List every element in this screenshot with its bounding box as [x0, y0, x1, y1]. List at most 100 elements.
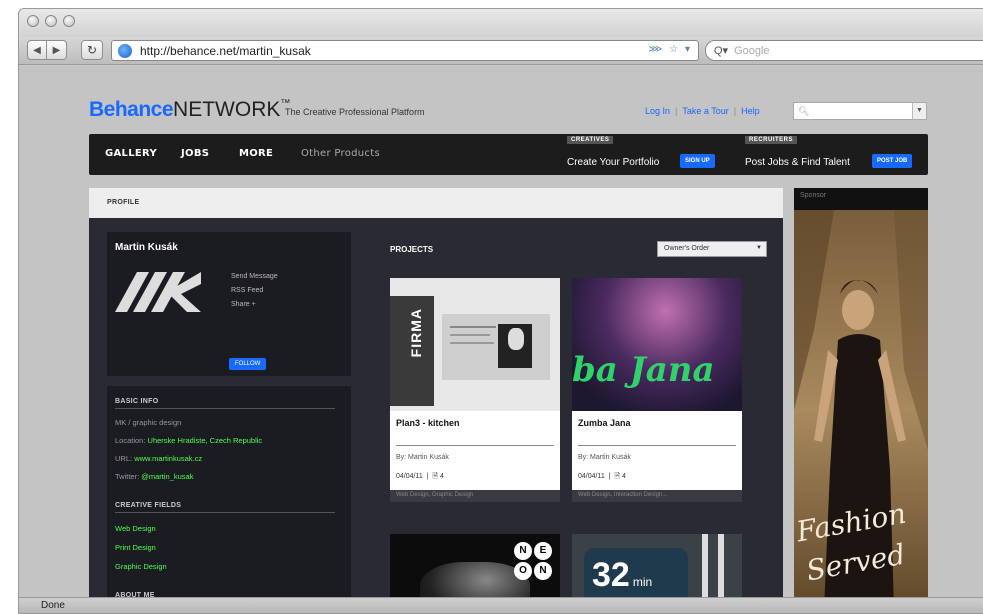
login-link[interactable]: Log In [645, 106, 670, 116]
website-link[interactable]: www.martinkusak.cz [134, 454, 202, 463]
project-thumbnail[interactable]: FIRMA [390, 278, 560, 411]
logo-network: NETWORK [173, 98, 281, 121]
address-bar[interactable]: http://behance.net/martin_kusak ⋙ ☆ ▾ [111, 40, 699, 61]
recruiters-tag: RECRUITERS [745, 136, 798, 144]
profile-url: URL: www.martinkusak.cz [115, 454, 202, 463]
chevron-down-icon[interactable]: ▼ [912, 103, 926, 119]
mk-logo [115, 272, 201, 312]
neon-letter: O [514, 562, 532, 580]
info-card: BASIC INFO MK / graphic design Location:… [107, 386, 351, 613]
profile-bar-title: PROFILE [107, 199, 140, 206]
browser-window: ◀ ▶ ↻ http://behance.net/martin_kusak ⋙ … [18, 8, 983, 614]
webpage: BehanceNETWORK™ The Creative Professiona… [19, 66, 983, 613]
browser-toolbar: ◀ ▶ ↻ http://behance.net/martin_kusak ⋙ … [19, 37, 983, 65]
close-window-icon[interactable] [27, 15, 39, 27]
sponsor-sidebar: Sponsor Fashion Served [794, 188, 928, 612]
nav-other-products[interactable]: Other Products [301, 148, 380, 159]
globe-icon [118, 43, 132, 58]
reload-icon[interactable]: ↻ [81, 40, 103, 60]
basic-info-title: BASIC INFO [115, 398, 335, 409]
search-icon: 🔍︎ [798, 106, 810, 116]
project-title[interactable]: Zumba Jana [578, 418, 631, 428]
profile-bar: PROFILE [89, 188, 783, 218]
project-meta: 04/04/11 | 🗎 4 [578, 473, 626, 480]
neon-letter: E [534, 542, 552, 560]
site-search-input[interactable]: 🔍︎ ▼ [793, 102, 927, 120]
twitter-link[interactable]: @martin_kusak [141, 472, 193, 481]
project-meta: 04/04/11 | 🗎 4 [396, 473, 444, 480]
document-icon: 🗎 [614, 473, 620, 480]
project-date: 04/04/11 [396, 473, 423, 480]
timer-number: 32 [592, 556, 630, 594]
follow-button[interactable]: FOLLOW [229, 358, 267, 370]
creative-fields-title: CREATIVE FIELDS [115, 502, 335, 513]
project-fields: Web Design, Graphic Design [390, 490, 560, 502]
thumb-text: ba Jana [572, 350, 715, 390]
tour-link[interactable]: Take a Tour [682, 106, 728, 116]
search-engine-icon[interactable]: Q▾ [714, 44, 728, 57]
rss-feed-link[interactable]: RSS Feed [231, 284, 278, 298]
status-bar: Done [19, 597, 983, 613]
project-thumbnail[interactable]: ba Jana [572, 278, 742, 411]
profile-links: Send Message RSS Feed Share + [231, 270, 278, 312]
recruiters-promo: RECRUITERS Post Jobs & Find Talent POST … [737, 134, 927, 175]
share-link[interactable]: Share + [231, 298, 278, 312]
document-icon: 🗎 [432, 473, 438, 480]
logo-main: Behance [89, 98, 174, 121]
order-select[interactable]: Owner's Order ▼ [657, 241, 767, 257]
title-bar [19, 9, 983, 37]
nav-jobs[interactable]: JOBS [181, 148, 209, 159]
window-controls [27, 15, 75, 27]
project-title[interactable]: Plan3 - kitchen [396, 418, 460, 428]
project-date: 04/04/11 [578, 473, 605, 480]
project-count: 4 [439, 473, 444, 480]
search-placeholder: Google [734, 44, 770, 57]
order-select-value: Owner's Order [664, 245, 710, 252]
main-nav: GALLERY JOBS MORE Other Products CREATIV… [89, 134, 928, 175]
creatives-promo: CREATIVES Create Your Portfolio SIGN UP [559, 134, 735, 175]
nav-more[interactable]: MORE [239, 148, 273, 159]
search-field[interactable]: Q▾ Google [705, 40, 983, 61]
forward-icon[interactable]: ▶ [47, 40, 67, 60]
rss-bookmark-icons[interactable]: ⋙ ☆ ▾ [648, 44, 692, 55]
back-icon[interactable]: ◀ [27, 40, 47, 60]
postjob-button[interactable]: POST JOB [872, 154, 913, 168]
project-fields: Web Design, Interaction Design... [572, 490, 742, 502]
recruiters-text[interactable]: Post Jobs & Find Talent [745, 157, 850, 168]
minimize-window-icon[interactable] [45, 15, 57, 27]
twitter-label: Twitter: [115, 472, 140, 481]
timer-unit: min [632, 575, 653, 589]
project-card[interactable]: ba Jana Zumba Jana By: Martin Kusák 04/0… [572, 278, 742, 502]
field-web-design[interactable]: Web Design [115, 524, 156, 533]
sponsor-label: Sponsor [800, 192, 827, 199]
send-message-link[interactable]: Send Message [231, 270, 278, 284]
profile-role: MK / graphic design [115, 418, 182, 427]
creatives-text[interactable]: Create Your Portfolio [567, 157, 659, 168]
help-link[interactable]: Help [741, 106, 760, 116]
neon-letter: N [534, 562, 552, 580]
chevron-down-icon: ▼ [756, 245, 762, 251]
profile-card: Martin Kusák Send Message RSS Feed Share… [107, 232, 351, 376]
nav-gallery[interactable]: GALLERY [105, 148, 157, 159]
behance-logo[interactable]: BehanceNETWORK™ [89, 98, 290, 122]
profile-name: Martin Kusák [115, 242, 178, 253]
profile-content: Martin Kusák Send Message RSS Feed Share… [89, 218, 783, 613]
url-label: URL: [115, 454, 133, 463]
field-graphic-design[interactable]: Graphic Design [115, 562, 167, 571]
url-text[interactable]: http://behance.net/martin_kusak [140, 44, 311, 58]
thumb-text: FIRMA [408, 308, 424, 358]
neon-logo: N E O N [514, 542, 554, 580]
field-print-design[interactable]: Print Design [115, 543, 156, 552]
fashion-ad[interactable]: Fashion Served [794, 210, 928, 612]
location-label: Location: [115, 436, 146, 445]
signup-button[interactable]: SIGN UP [680, 154, 715, 168]
history-buttons: ◀ ▶ [27, 40, 67, 60]
project-count: 4 [621, 473, 626, 480]
project-author: By: Martin Kusák [578, 454, 631, 461]
location-link[interactable]: Uherske Hradiste, Czech Republic [148, 436, 263, 445]
project-author: By: Martin Kusák [396, 454, 449, 461]
creatives-tag: CREATIVES [567, 136, 614, 144]
project-card[interactable]: FIRMA Plan3 - kitchen By: Martin Kusák 0… [390, 278, 560, 502]
zoom-window-icon[interactable] [63, 15, 75, 27]
neon-letter: N [514, 542, 532, 560]
